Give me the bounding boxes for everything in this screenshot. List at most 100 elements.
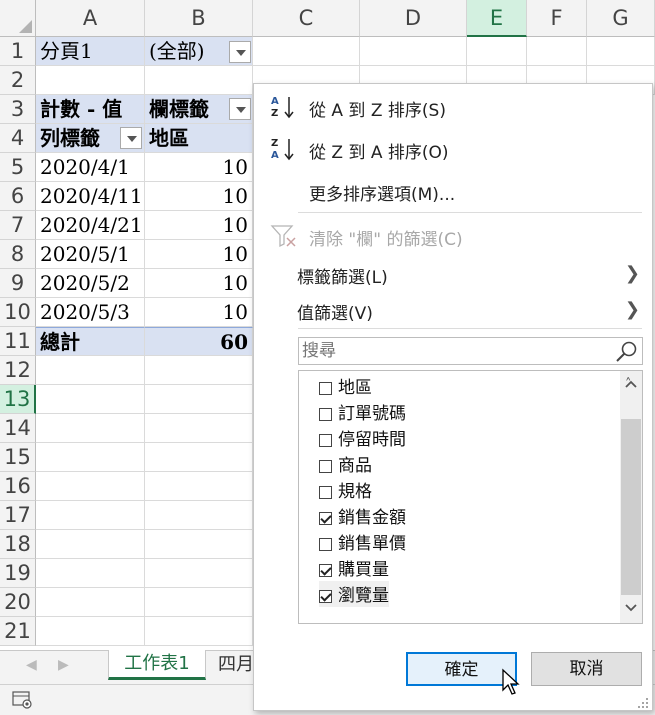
page-filter-dropdown-button[interactable] (229, 41, 251, 63)
row-header-21[interactable]: 21 (0, 617, 36, 646)
cell-b9[interactable]: 10 (145, 269, 253, 298)
cell-a2[interactable] (36, 66, 145, 95)
cell-b18[interactable] (145, 530, 253, 559)
list-item[interactable]: 購買量 (319, 555, 389, 581)
value-filter-item[interactable]: 值篩選(V) ❯ (254, 290, 652, 328)
cell-a7[interactable]: 2020/4/21 (36, 211, 145, 240)
cell-a6[interactable]: 2020/4/11 (36, 182, 145, 211)
column-header-b[interactable]: B (145, 0, 253, 37)
row-header-7[interactable]: 7 (0, 211, 36, 240)
list-item[interactable]: 停留時間 (319, 425, 406, 451)
checkbox[interactable] (319, 460, 332, 473)
cell-a5[interactable]: 2020/4/1 (36, 153, 145, 182)
cell-a18[interactable] (36, 530, 145, 559)
cell-b4[interactable]: 地區 (145, 124, 253, 153)
cell-g1[interactable] (587, 37, 655, 66)
scroll-down-arrow-icon[interactable] (624, 603, 638, 613)
cell-b6[interactable]: 10 (145, 182, 253, 211)
row-header-2[interactable]: 2 (0, 66, 36, 95)
cell-a20[interactable] (36, 588, 145, 617)
cell-b5[interactable]: 10 (145, 153, 253, 182)
checkbox-checked[interactable] (319, 590, 332, 603)
row-header-18[interactable]: 18 (0, 530, 36, 559)
filter-search-box[interactable] (298, 337, 643, 365)
cell-a9[interactable]: 2020/5/2 (36, 269, 145, 298)
cell-b13[interactable] (145, 385, 253, 414)
cell-a14[interactable] (36, 414, 145, 443)
cell-b21[interactable] (145, 617, 253, 646)
cell-a19[interactable] (36, 559, 145, 588)
column-header-e[interactable]: E (467, 0, 527, 37)
scrollbar-thumb[interactable] (621, 419, 641, 595)
scroll-up-arrow-icon[interactable] (624, 379, 638, 389)
sort-a-to-z-item[interactable]: A Z 從 A 到 Z 排序(S) (254, 87, 652, 125)
cell-b11[interactable]: 60 (145, 327, 253, 356)
column-header-g[interactable]: G (587, 0, 655, 37)
column-label-dropdown-button[interactable] (229, 98, 251, 120)
sheet-tab-active[interactable]: 工作表1 (108, 650, 206, 680)
checkbox[interactable] (319, 486, 332, 499)
row-header-19[interactable]: 19 (0, 559, 36, 588)
scroll-right-icon[interactable]: ▶ (58, 657, 69, 673)
list-scrollbar[interactable]: ˄ (620, 371, 642, 623)
list-item[interactable]: 商品 (319, 451, 372, 477)
cell-b20[interactable] (145, 588, 253, 617)
cell-a21[interactable] (36, 617, 145, 646)
cell-b10[interactable]: 10 (145, 298, 253, 327)
cell-b17[interactable] (145, 501, 253, 530)
cell-a16[interactable] (36, 472, 145, 501)
cell-a13[interactable] (36, 385, 145, 414)
cell-b12[interactable] (145, 356, 253, 385)
field-checkbox-list[interactable]: 地區 訂單號碼 停留時間 商品 規格 銷售金額 銷售單價 購買量 瀏覽量 ˄ (298, 370, 643, 624)
row-header-15[interactable]: 15 (0, 443, 36, 472)
row-header-4[interactable]: 4 (0, 124, 36, 153)
cell-a17[interactable] (36, 501, 145, 530)
row-header-6[interactable]: 6 (0, 182, 36, 211)
cell-b7[interactable]: 10 (145, 211, 253, 240)
cell-e1[interactable] (467, 37, 527, 66)
row-header-20[interactable]: 20 (0, 588, 36, 617)
row-header-9[interactable]: 9 (0, 269, 36, 298)
cell-b14[interactable] (145, 414, 253, 443)
cell-a3[interactable]: 計數 - 值 (36, 95, 145, 124)
cell-a8[interactable]: 2020/5/1 (36, 240, 145, 269)
scroll-left-icon[interactable]: ◀ (26, 657, 37, 673)
cell-f1[interactable] (527, 37, 587, 66)
column-header-d[interactable]: D (360, 0, 467, 37)
checkbox-checked[interactable] (319, 512, 332, 525)
row-header-8[interactable]: 8 (0, 240, 36, 269)
list-item[interactable]: 規格 (319, 477, 372, 503)
clear-filter-item[interactable]: 清除 "欄" 的篩選(C) (254, 216, 652, 254)
search-icon[interactable] (615, 340, 639, 364)
cell-a1[interactable]: 分頁1 (36, 37, 145, 66)
cell-b8[interactable]: 10 (145, 240, 253, 269)
checkbox[interactable] (319, 382, 332, 395)
filter-search-input[interactable] (299, 338, 615, 364)
cell-a11[interactable]: 總計 (36, 327, 145, 356)
row-label-dropdown-button[interactable] (120, 127, 142, 149)
checkbox-checked[interactable] (319, 564, 332, 577)
checkbox[interactable] (319, 538, 332, 551)
column-header-c[interactable]: C (253, 0, 360, 37)
checkbox[interactable] (319, 434, 332, 447)
row-header-1[interactable]: 1 (0, 37, 36, 66)
select-all-corner[interactable] (0, 0, 36, 37)
row-header-11[interactable]: 11 (0, 327, 36, 356)
checkbox[interactable] (319, 408, 332, 421)
list-item[interactable]: 訂單號碼 (319, 399, 406, 425)
cancel-button[interactable]: 取消 (531, 652, 642, 686)
cell-a10[interactable]: 2020/5/3 (36, 298, 145, 327)
list-item[interactable]: 銷售單價 (319, 529, 406, 555)
row-header-5[interactable]: 5 (0, 153, 36, 182)
row-header-13[interactable]: 13 (0, 385, 36, 414)
list-item[interactable]: 銷售金額 (319, 503, 406, 529)
cell-a15[interactable] (36, 443, 145, 472)
cell-b16[interactable] (145, 472, 253, 501)
cell-c1[interactable] (253, 37, 360, 66)
sort-z-to-a-item[interactable]: Z A 從 Z 到 A 排序(O) (254, 129, 652, 167)
list-item[interactable]: 地區 (319, 373, 372, 399)
row-header-17[interactable]: 17 (0, 501, 36, 530)
row-header-10[interactable]: 10 (0, 298, 36, 327)
label-filter-item[interactable]: 標籤篩選(L) ❯ (254, 254, 652, 292)
resize-grip-icon[interactable] (637, 697, 649, 709)
